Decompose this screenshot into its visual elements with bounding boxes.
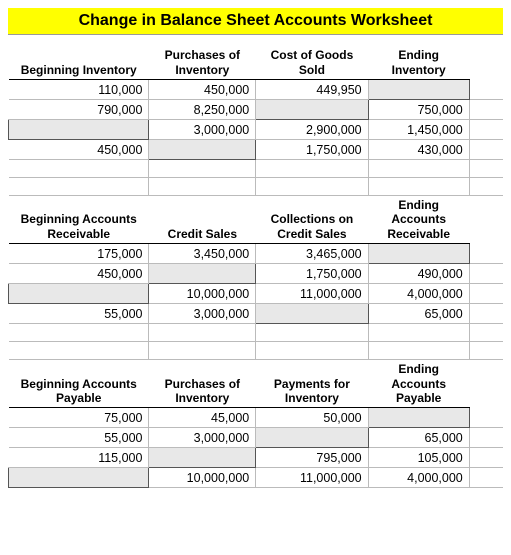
value-cell: 105,000: [368, 448, 469, 468]
input-cell[interactable]: [9, 468, 149, 488]
empty-cell: [469, 342, 503, 360]
empty-cell: [149, 178, 256, 196]
column-header: Purchases of Inventory: [149, 41, 256, 80]
column-header: Payments for Inventory: [256, 360, 368, 408]
value-cell: 450,000: [9, 140, 149, 160]
empty-cell: [9, 178, 149, 196]
input-cell[interactable]: [256, 428, 368, 448]
row-spacer: [469, 304, 503, 324]
value-cell: 115,000: [9, 448, 149, 468]
value-cell: 4,000,000: [368, 284, 469, 304]
empty-cell: [149, 342, 256, 360]
input-cell[interactable]: [9, 120, 149, 140]
value-cell: 65,000: [368, 428, 469, 448]
value-cell: 11,000,000: [256, 284, 368, 304]
value-cell: 795,000: [256, 448, 368, 468]
column-header: Credit Sales: [149, 196, 256, 244]
row-spacer: [469, 244, 503, 264]
empty-cell: [469, 178, 503, 196]
value-cell: 449,950: [256, 80, 368, 100]
value-cell: 1,750,000: [256, 140, 368, 160]
value-cell: 3,000,000: [149, 428, 256, 448]
empty-cell: [149, 160, 256, 178]
empty-cell: [256, 342, 368, 360]
empty-cell: [368, 178, 469, 196]
value-cell: 450,000: [9, 264, 149, 284]
value-cell: 175,000: [9, 244, 149, 264]
empty-cell: [256, 324, 368, 342]
column-header: Beginning Accounts Receivable: [9, 196, 149, 244]
row-spacer: [469, 140, 503, 160]
input-cell[interactable]: [256, 304, 368, 324]
empty-cell: [469, 160, 503, 178]
empty-cell: [9, 160, 149, 178]
empty-cell: [256, 178, 368, 196]
worksheet-table: Beginning InventoryPurchases of Inventor…: [8, 41, 503, 488]
column-header: Ending Accounts Payable: [368, 360, 469, 408]
value-cell: 55,000: [9, 428, 149, 448]
value-cell: 1,750,000: [256, 264, 368, 284]
column-header: Cost of Goods Sold: [256, 41, 368, 80]
column-header: Purchases of Inventory: [149, 360, 256, 408]
value-cell: 10,000,000: [149, 468, 256, 488]
column-spacer: [469, 196, 503, 244]
row-spacer: [469, 284, 503, 304]
column-spacer: [469, 360, 503, 408]
input-cell[interactable]: [149, 140, 256, 160]
value-cell: 3,450,000: [149, 244, 256, 264]
row-spacer: [469, 428, 503, 448]
value-cell: 3,465,000: [256, 244, 368, 264]
input-cell[interactable]: [256, 100, 368, 120]
value-cell: 1,450,000: [368, 120, 469, 140]
worksheet-title: Change in Balance Sheet Accounts Workshe…: [8, 8, 503, 35]
value-cell: 65,000: [368, 304, 469, 324]
row-spacer: [469, 264, 503, 284]
value-cell: 4,000,000: [368, 468, 469, 488]
empty-cell: [368, 324, 469, 342]
value-cell: 11,000,000: [256, 468, 368, 488]
value-cell: 430,000: [368, 140, 469, 160]
value-cell: 55,000: [9, 304, 149, 324]
value-cell: 490,000: [368, 264, 469, 284]
row-spacer: [469, 100, 503, 120]
row-spacer: [469, 448, 503, 468]
value-cell: 45,000: [149, 408, 256, 428]
input-cell[interactable]: [9, 284, 149, 304]
row-spacer: [469, 468, 503, 488]
value-cell: 50,000: [256, 408, 368, 428]
input-cell[interactable]: [368, 244, 469, 264]
empty-cell: [469, 324, 503, 342]
input-cell[interactable]: [368, 408, 469, 428]
value-cell: 2,900,000: [256, 120, 368, 140]
column-spacer: [469, 41, 503, 80]
empty-cell: [149, 324, 256, 342]
column-header: Ending Accounts Receivable: [368, 196, 469, 244]
empty-cell: [9, 342, 149, 360]
empty-cell: [368, 160, 469, 178]
row-spacer: [469, 120, 503, 140]
value-cell: 3,000,000: [149, 120, 256, 140]
empty-cell: [256, 160, 368, 178]
input-cell[interactable]: [368, 80, 469, 100]
row-spacer: [469, 80, 503, 100]
value-cell: 110,000: [9, 80, 149, 100]
input-cell[interactable]: [149, 264, 256, 284]
value-cell: 750,000: [368, 100, 469, 120]
input-cell[interactable]: [149, 448, 256, 468]
value-cell: 790,000: [9, 100, 149, 120]
column-header: Collections on Credit Sales: [256, 196, 368, 244]
value-cell: 75,000: [9, 408, 149, 428]
row-spacer: [469, 408, 503, 428]
value-cell: 450,000: [149, 80, 256, 100]
value-cell: 10,000,000: [149, 284, 256, 304]
empty-cell: [9, 324, 149, 342]
column-header: Beginning Accounts Payable: [9, 360, 149, 408]
value-cell: 8,250,000: [149, 100, 256, 120]
column-header: Beginning Inventory: [9, 41, 149, 80]
value-cell: 3,000,000: [149, 304, 256, 324]
column-header: Ending Inventory: [368, 41, 469, 80]
empty-cell: [368, 342, 469, 360]
